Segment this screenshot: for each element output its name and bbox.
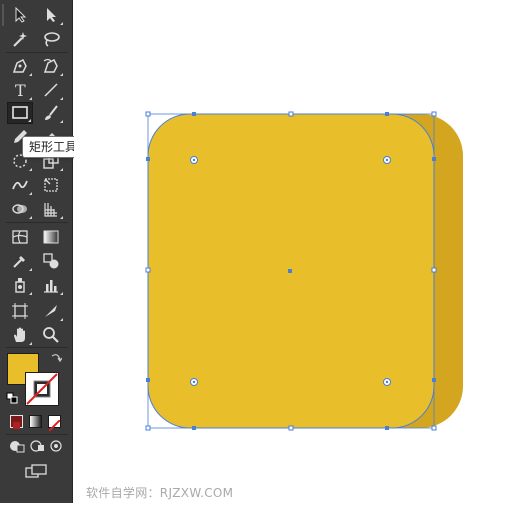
warp-icon [12, 180, 28, 190]
artboard-icon [12, 303, 28, 319]
slice-icon [45, 305, 57, 317]
direct-selection-tool[interactable] [38, 4, 64, 26]
type-tool[interactable]: T [7, 79, 33, 101]
blend-tool[interactable] [38, 250, 64, 272]
svg-text:T: T [15, 81, 26, 99]
color-mode-button[interactable] [10, 415, 23, 429]
pen-tool[interactable] [7, 55, 33, 77]
anchor-point[interactable] [146, 157, 150, 161]
eyedropper-icon [13, 256, 25, 268]
handle-middle-left[interactable] [145, 267, 151, 273]
paintbrush-icon [45, 105, 58, 120]
lasso-tool[interactable] [38, 28, 64, 50]
anchor-point[interactable] [192, 112, 196, 116]
anchor-point[interactable] [432, 157, 436, 161]
shape-builder-tool[interactable] [7, 198, 33, 220]
column-graph-icon [44, 280, 58, 293]
default-colors-icon[interactable] [6, 392, 18, 404]
anchor-point[interactable] [385, 426, 389, 430]
draw-mode-button[interactable] [7, 438, 27, 454]
screen-mode-icon [25, 464, 47, 478]
none-mode-button[interactable] [48, 415, 61, 432]
gradient-tool[interactable] [38, 226, 64, 248]
draw-behind-icon [30, 440, 44, 452]
curvature-pen-icon [43, 58, 58, 73]
symbol-sprayer-tool[interactable] [7, 274, 33, 296]
anchor-point[interactable] [146, 378, 150, 382]
tools-panel: T [0, 0, 73, 503]
anchor-point[interactable] [432, 378, 436, 382]
lasso-icon [44, 32, 60, 47]
blend-icon [43, 253, 59, 269]
free-transform-tool[interactable] [38, 174, 64, 196]
swap-colors-icon[interactable] [50, 352, 62, 364]
center-point [288, 269, 292, 273]
hand-icon [14, 327, 25, 342]
type-icon: T [15, 81, 26, 99]
artboard-canvas[interactable] [74, 0, 507, 503]
perspective-grid-icon [44, 203, 57, 217]
selection-tool[interactable] [7, 4, 33, 26]
rectangle-icon [12, 106, 28, 119]
handle-top-center[interactable] [288, 111, 294, 117]
line-segment-tool[interactable] [38, 79, 64, 101]
handle-top-right[interactable] [431, 111, 437, 117]
draw-inside-button[interactable] [47, 438, 67, 454]
watermark-text: 软件自学网：RJZXW.COM [86, 486, 234, 500]
handle-bottom-right[interactable] [431, 425, 437, 431]
zoom-tool[interactable] [38, 324, 64, 346]
magic-wand-icon [13, 32, 27, 47]
handle-top-left[interactable] [145, 111, 151, 117]
selection-arrow-icon [15, 7, 27, 23]
magic-wand-tool[interactable] [7, 28, 33, 50]
panel-grip[interactable] [2, 4, 4, 26]
curvature-tool[interactable] [38, 55, 64, 77]
draw-inside-icon [50, 440, 62, 452]
eyedropper-tool[interactable] [7, 250, 33, 272]
submenu-triangle [60, 22, 63, 25]
stroke-color-swatch[interactable] [25, 372, 59, 406]
column-graph-tool[interactable] [38, 274, 64, 296]
perspective-grid-tool[interactable] [38, 198, 64, 220]
free-transform-icon [44, 178, 58, 192]
draw-behind-button[interactable] [27, 438, 47, 454]
line-segment-icon [44, 83, 58, 97]
shape-builder-icon [12, 204, 27, 214]
no-stroke-indicator [26, 373, 58, 405]
gradient-mode-button[interactable] [29, 415, 42, 428]
screen-mode-button[interactable] [22, 462, 50, 480]
hand-tool[interactable] [7, 324, 33, 346]
direct-selection-arrow-icon [47, 8, 56, 22]
artboard-tool[interactable] [7, 300, 33, 322]
none-icon [48, 419, 61, 432]
handle-middle-right[interactable] [431, 267, 437, 273]
mesh-icon [12, 230, 28, 244]
zoom-icon [43, 327, 59, 343]
artwork[interactable] [74, 0, 507, 503]
warp-tool[interactable] [7, 174, 33, 196]
color-icon [13, 422, 20, 429]
mesh-tool[interactable] [7, 226, 33, 248]
paintbrush-tool[interactable] [38, 102, 64, 124]
anchor-point[interactable] [192, 426, 196, 430]
handle-bottom-left[interactable] [145, 425, 151, 431]
handle-bottom-center[interactable] [288, 425, 294, 431]
gradient-icon [43, 230, 59, 244]
symbol-sprayer-icon [15, 278, 25, 293]
pen-icon [12, 58, 27, 73]
slice-tool[interactable] [38, 300, 64, 322]
draw-normal-icon [10, 441, 25, 453]
rectangle-tool[interactable] [7, 102, 33, 124]
anchor-point[interactable] [385, 112, 389, 116]
